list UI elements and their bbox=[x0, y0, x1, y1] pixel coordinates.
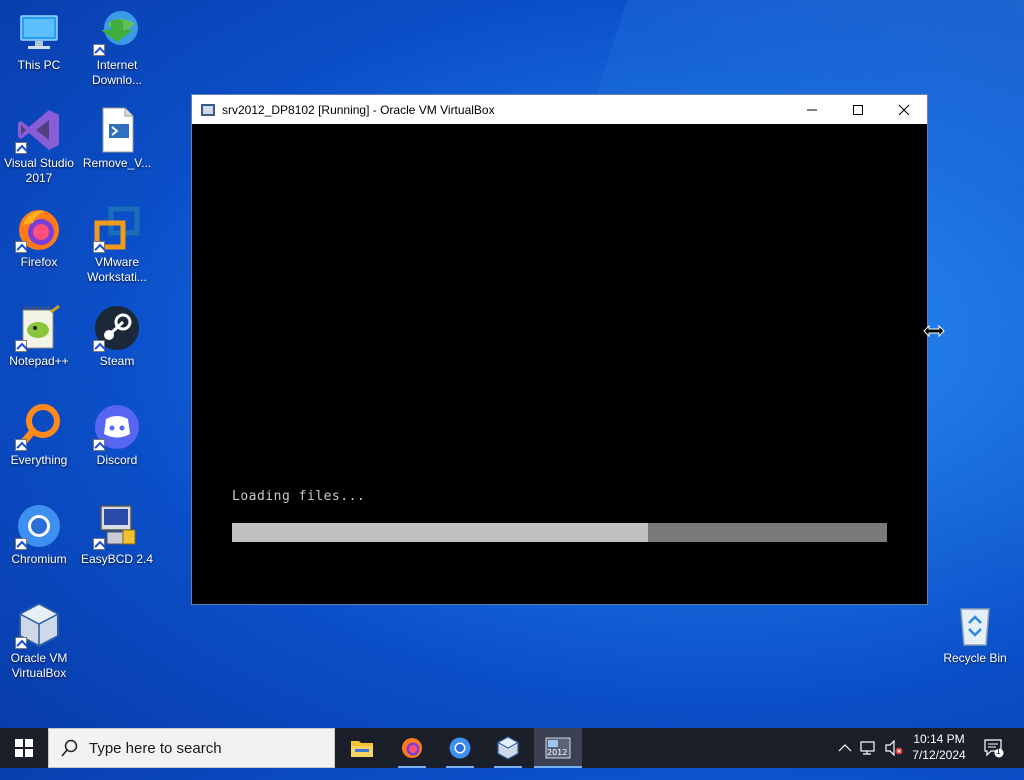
boot-progress-fill bbox=[232, 523, 648, 542]
internet-download-manager-icon bbox=[93, 8, 141, 56]
search-input[interactable] bbox=[87, 738, 311, 758]
desktop-icon-label: This PC bbox=[17, 58, 61, 72]
desktop-icon-oracle-vm-virtualbox[interactable]: Oracle VM VirtualBox bbox=[0, 601, 78, 681]
shortcut-arrow-icon bbox=[15, 439, 27, 451]
windows-logo-icon bbox=[15, 739, 33, 757]
desktop-icon-label: VMware Workstati... bbox=[87, 255, 147, 284]
desktop-icon-label: Internet Downlo... bbox=[91, 58, 143, 87]
desktop-icon-label: Notepad++ bbox=[9, 354, 69, 368]
chromium-icon bbox=[15, 502, 63, 550]
shortcut-arrow-icon bbox=[15, 340, 27, 352]
tray-volume-muted[interactable] bbox=[884, 728, 904, 768]
maximize-button[interactable] bbox=[835, 95, 881, 124]
clock-time: 10:14 PM bbox=[913, 732, 965, 746]
desktop-icon-label: Chromium bbox=[11, 552, 67, 566]
search-icon bbox=[61, 739, 78, 757]
taskbar-chromium[interactable] bbox=[436, 728, 484, 768]
shortcut-arrow-icon bbox=[15, 637, 27, 649]
desktop-icon-recycle-bin[interactable]: Recycle Bin bbox=[936, 601, 1014, 666]
minimize-icon bbox=[807, 109, 817, 110]
taskbar-clock[interactable]: 10:14 PM 7/12/2024 bbox=[902, 731, 976, 763]
desktop-icon-label: Steam bbox=[99, 354, 135, 368]
firefox-icon bbox=[15, 205, 63, 253]
desktop-icon-remove-script[interactable]: Remove_V... bbox=[78, 106, 156, 171]
notification-icon bbox=[984, 739, 1004, 758]
desktop-icon-visual-studio[interactable]: Visual Studio 2017 bbox=[0, 106, 78, 186]
taskbar-file-explorer[interactable] bbox=[338, 728, 386, 768]
taskbar-search-box[interactable] bbox=[48, 728, 335, 768]
desktop-icon-label: Discord bbox=[96, 453, 138, 467]
virtualbox-vm-window[interactable]: srv2012_DP8102 [Running] - Oracle VM Vir… bbox=[191, 94, 928, 605]
everything-search-icon bbox=[15, 403, 63, 451]
recycle-bin-icon bbox=[951, 601, 999, 649]
shortcut-arrow-icon bbox=[15, 241, 27, 253]
notification-count-badge: 1 bbox=[996, 747, 1001, 756]
chevron-up-icon bbox=[838, 744, 852, 752]
shortcut-arrow-icon bbox=[15, 538, 27, 550]
boot-loading-text: Loading files... bbox=[232, 489, 366, 504]
vm-display[interactable]: Loading files... bbox=[192, 124, 927, 604]
start-button[interactable] bbox=[0, 728, 48, 768]
file-explorer-icon bbox=[351, 741, 373, 757]
easybcd-icon bbox=[93, 502, 141, 550]
shortcut-arrow-icon bbox=[93, 44, 105, 56]
window-title: srv2012_DP8102 [Running] - Oracle VM Vir… bbox=[222, 102, 495, 117]
desktop-icon-vmware-workstation[interactable]: VMware Workstati... bbox=[78, 205, 156, 285]
shortcut-arrow-icon bbox=[15, 142, 27, 154]
powershell-script-icon bbox=[93, 106, 141, 154]
desktop-icon-everything[interactable]: Everything bbox=[0, 403, 78, 468]
shortcut-arrow-icon bbox=[93, 538, 105, 550]
desktop-icon-label: Recycle Bin bbox=[943, 651, 1007, 665]
horizontal-resize-cursor-icon bbox=[923, 324, 945, 338]
minimize-button[interactable] bbox=[789, 95, 835, 124]
taskbar-firefox[interactable] bbox=[388, 728, 436, 768]
desktop-icon-discord[interactable]: Discord bbox=[78, 403, 156, 468]
steam-icon bbox=[93, 304, 141, 352]
shortcut-arrow-icon bbox=[93, 340, 105, 352]
desktop-icon-label: Firefox bbox=[20, 255, 58, 269]
desktop-icon-steam[interactable]: Steam bbox=[78, 304, 156, 369]
taskbar-srv2012-vm[interactable]: 2012 bbox=[534, 728, 582, 768]
desktop-icon-label: Visual Studio 2017 bbox=[4, 156, 74, 185]
desktop-icon-label: Oracle VM VirtualBox bbox=[10, 651, 68, 680]
vmware-workstation-icon bbox=[93, 205, 141, 253]
discord-icon bbox=[93, 403, 141, 451]
desktop-icon-label: Remove_V... bbox=[82, 156, 152, 170]
clock-date: 7/12/2024 bbox=[912, 748, 966, 762]
desktop-icon-this-pc[interactable]: This PC bbox=[0, 8, 78, 73]
shortcut-arrow-icon bbox=[93, 241, 105, 253]
desktop-icon-chromium[interactable]: Chromium bbox=[0, 502, 78, 567]
virtualbox-icon bbox=[496, 736, 520, 760]
notepad-plus-plus-icon bbox=[15, 304, 63, 352]
tray-show-hidden-icons[interactable] bbox=[838, 728, 852, 768]
this-pc-icon bbox=[15, 8, 63, 56]
tray-network[interactable] bbox=[860, 728, 878, 768]
volume-muted-icon bbox=[885, 740, 903, 756]
firefox-icon bbox=[402, 738, 422, 758]
desktop-icon-label: Everything bbox=[10, 453, 68, 467]
maximize-icon bbox=[853, 104, 863, 115]
virtualbox-icon bbox=[15, 601, 63, 649]
desktop-icon-firefox[interactable]: Firefox bbox=[0, 205, 78, 270]
close-button[interactable] bbox=[881, 95, 927, 124]
visual-studio-icon bbox=[15, 106, 63, 154]
boot-progress-bar bbox=[232, 523, 887, 542]
shortcut-arrow-icon bbox=[93, 439, 105, 451]
window-titlebar[interactable]: srv2012_DP8102 [Running] - Oracle VM Vir… bbox=[192, 95, 927, 124]
desktop-icon-notepad-plus-plus[interactable]: Notepad++ bbox=[0, 304, 78, 369]
chromium-icon bbox=[449, 737, 471, 759]
desktop-icon-internet-download-manager[interactable]: Internet Downlo... bbox=[78, 8, 156, 88]
desktop-icon-easybcd[interactable]: EasyBCD 2.4 bbox=[78, 502, 156, 567]
vm-window-app-icon bbox=[201, 103, 215, 116]
action-center-button[interactable]: 1 bbox=[983, 728, 1005, 768]
vm-badge-label: 2012 bbox=[547, 748, 568, 757]
network-icon bbox=[860, 741, 875, 755]
close-icon bbox=[898, 104, 910, 115]
desktop-icon-label: EasyBCD 2.4 bbox=[80, 552, 154, 566]
taskbar-virtualbox[interactable] bbox=[484, 728, 532, 768]
